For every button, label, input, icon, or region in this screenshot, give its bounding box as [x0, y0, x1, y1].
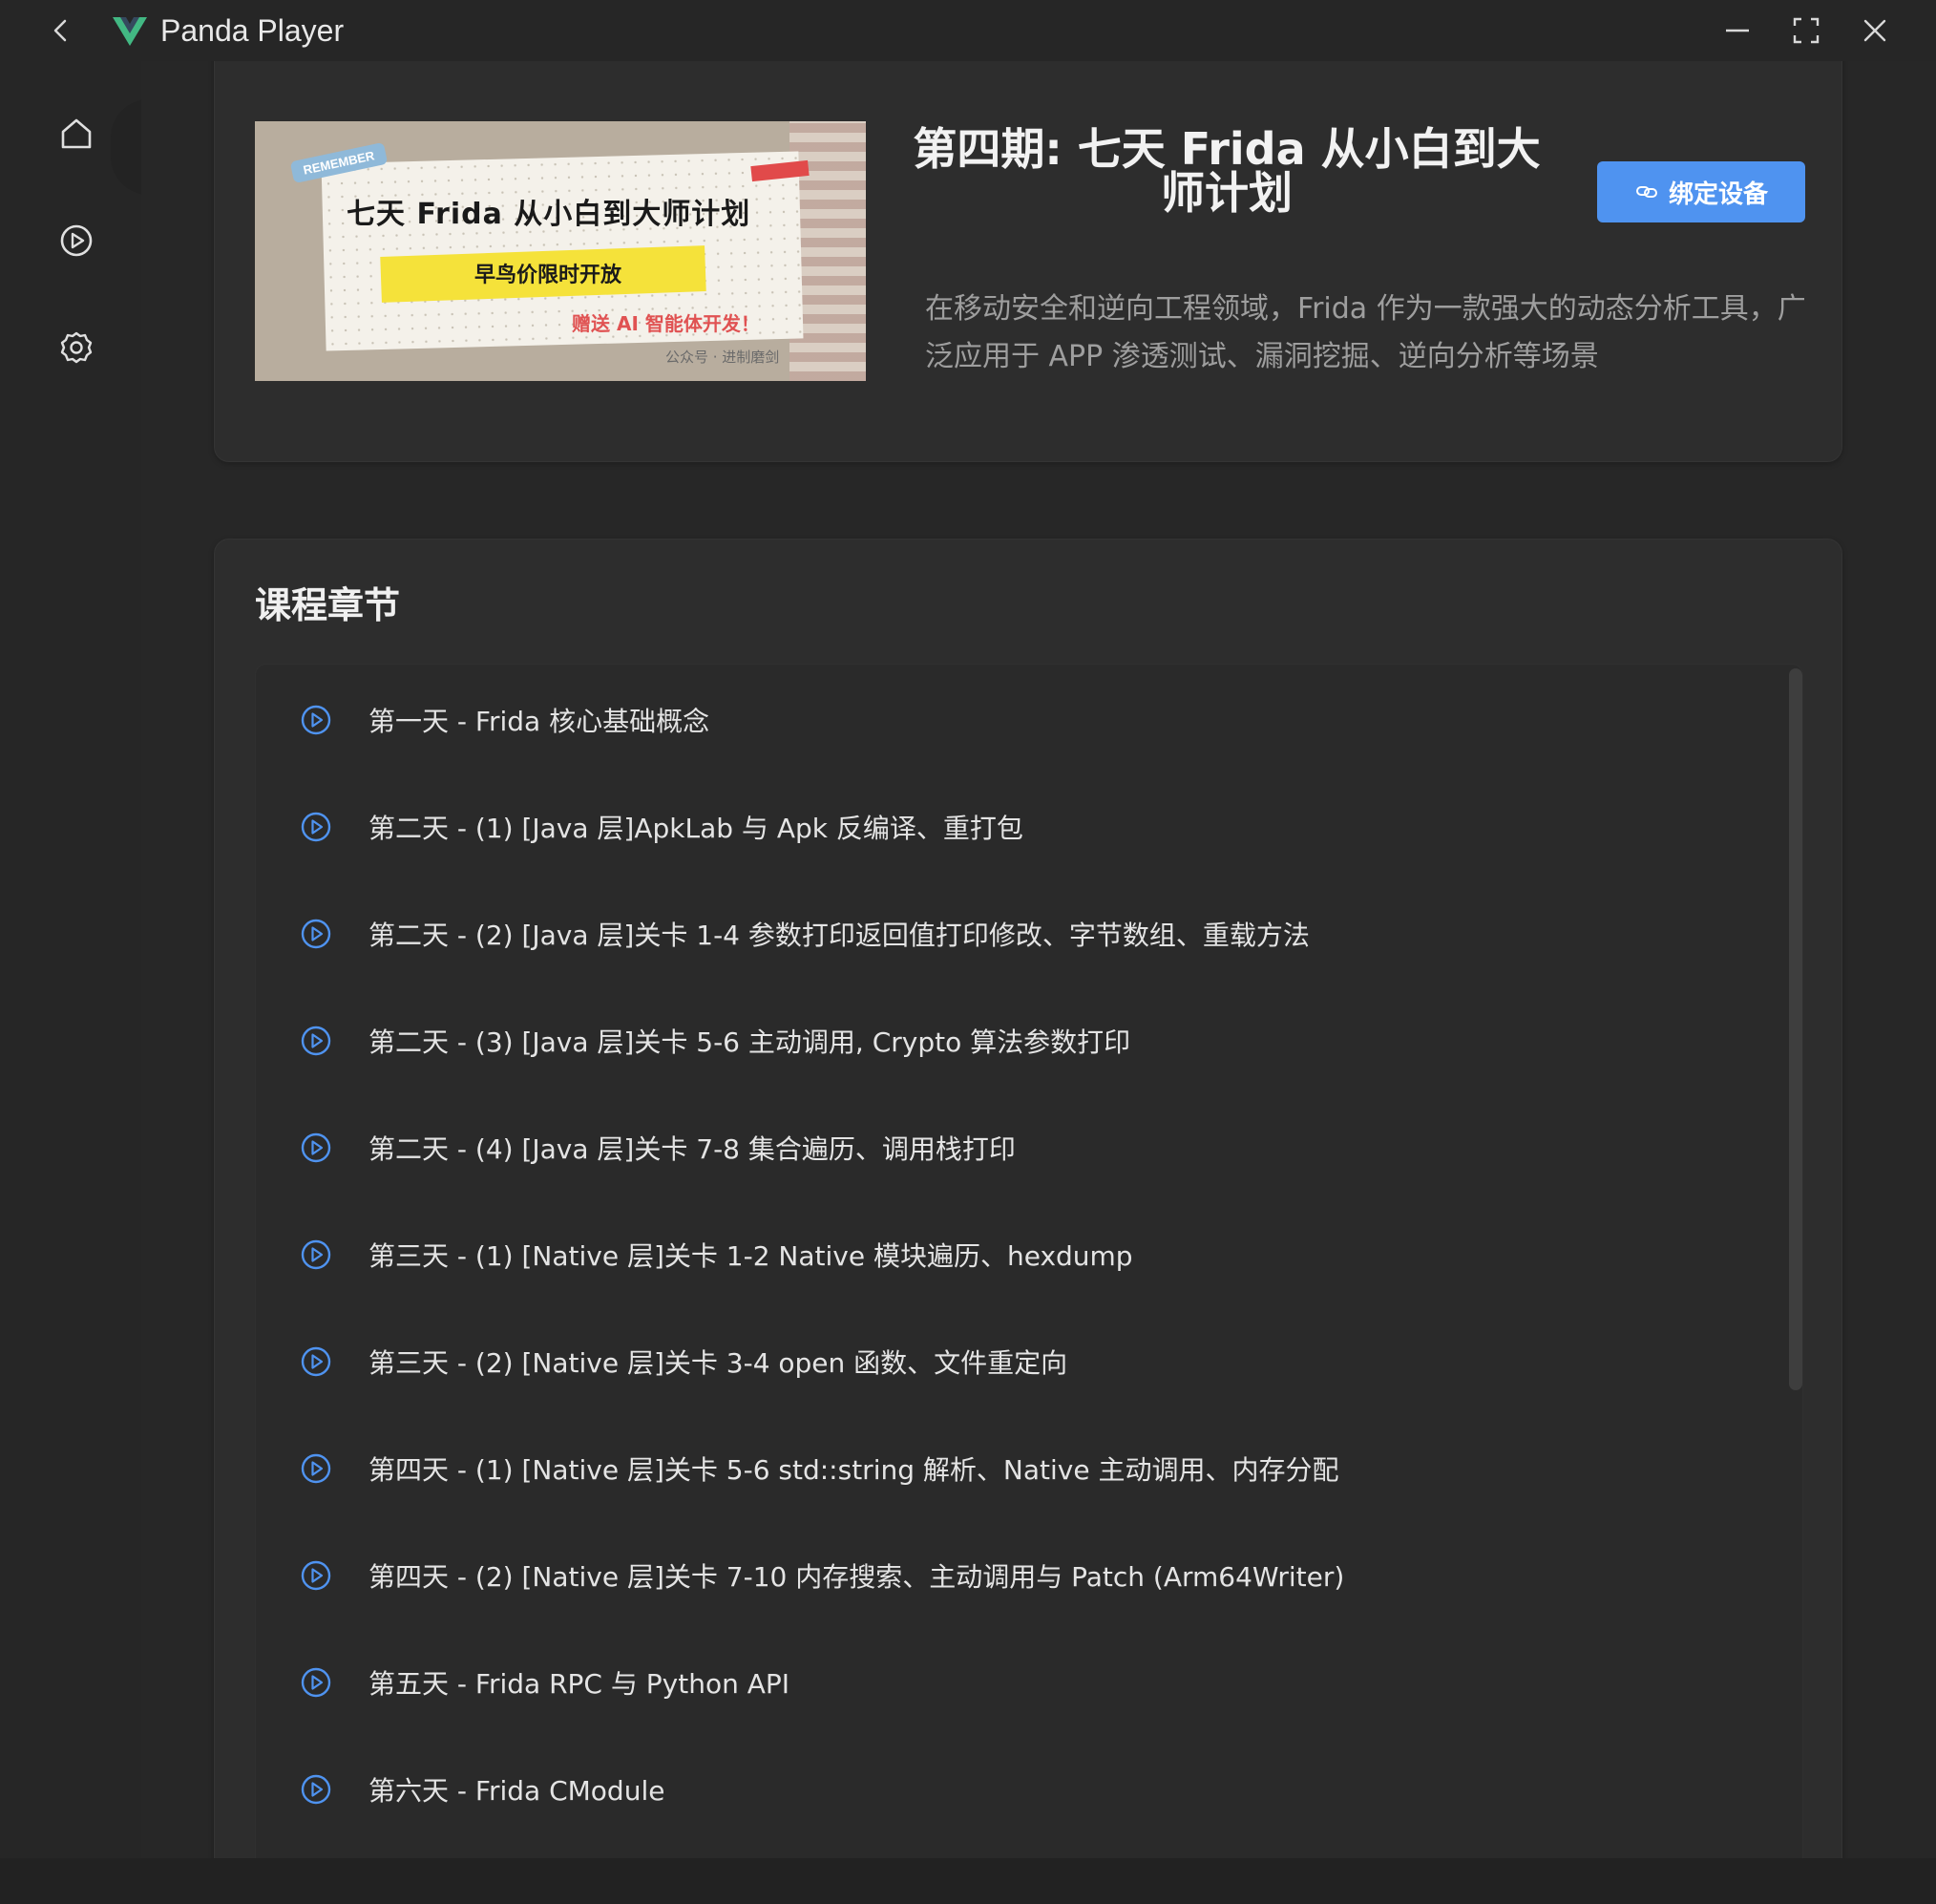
chapter-label: 第二天 - (1) [Java 层]ApkLab 与 Apk 反编译、重打包: [368, 813, 1023, 844]
chapter-item[interactable]: 第二天 - (2) [Java 层]关卡 1-4 参数打印返回值打印修改、字节数…: [256, 880, 1764, 987]
close-icon[interactable]: [1858, 13, 1892, 48]
chapter-label: 第四天 - (2) [Native 层]关卡 7-10 内存搜索、主动调用与 P…: [368, 1561, 1345, 1593]
gear-icon[interactable]: [53, 325, 99, 370]
cover-title: 七天 Frida 从小白到大师计划: [347, 198, 751, 231]
chapter-label: 第一天 - Frida 核心基础概念: [368, 706, 710, 737]
play-circle-icon[interactable]: [300, 704, 332, 736]
fullscreen-icon[interactable]: [1789, 13, 1823, 48]
title-bar: Panda Player: [0, 0, 1936, 61]
chapter-label: 第三天 - (2) [Native 层]关卡 3-4 open 函数、文件重定向: [368, 1347, 1068, 1379]
chapter-item[interactable]: 第三天 - (1) [Native 层]关卡 1-2 Native 模块遍历、h…: [256, 1201, 1764, 1308]
course-info-card: REMEMBER 七天 Frida 从小白到大师计划 早鸟价限时开放 赠送 AI…: [214, 61, 1842, 462]
chapter-item[interactable]: 第五天 - Frida RPC 与 Python API: [256, 1629, 1764, 1736]
chapter-label: 第四天 - (1) [Native 层]关卡 5-6 std::string 解…: [368, 1454, 1339, 1486]
minimize-icon[interactable]: [1720, 13, 1755, 48]
cover-gift-text: 赠送 AI 智能体开发！: [572, 312, 760, 335]
chapter-item[interactable]: 第三天 - (2) [Native 层]关卡 3-4 open 函数、文件重定向: [256, 1308, 1764, 1415]
chapter-label: 第二天 - (2) [Java 层]关卡 1-4 参数打印返回值打印修改、字节数…: [368, 920, 1310, 951]
play-circle-icon[interactable]: [300, 1345, 332, 1378]
play-circle-icon[interactable]: [300, 1773, 332, 1806]
bind-device-label: 绑定设备: [1668, 180, 1768, 209]
link-icon: [1635, 186, 1657, 198]
chapter-item[interactable]: 第六天 - Frida CModule: [256, 1736, 1764, 1843]
chapter-item[interactable]: 第二天 - (1) [Java 层]ApkLab 与 Apk 反编译、重打包: [256, 773, 1764, 880]
chapter-label: 第二天 - (4) [Java 层]关卡 7-8 集合遍历、调用栈打印: [368, 1133, 1016, 1165]
chapter-list[interactable]: 第一天 - Frida 核心基础概念第二天 - (1) [Java 层]ApkL…: [255, 664, 1803, 1858]
play-circle-icon[interactable]: [53, 218, 99, 264]
play-circle-icon[interactable]: [300, 811, 332, 843]
home-icon[interactable]: [53, 111, 99, 157]
play-circle-icon[interactable]: [300, 1132, 332, 1164]
chevron-left-icon[interactable]: [44, 13, 78, 48]
chapter-card: 课程章节 第一天 - Frida 核心基础概念第二天 - (1) [Java 层…: [214, 539, 1842, 1858]
chapter-label: 第三天 - (1) [Native 层]关卡 1-2 Native 模块遍历、h…: [368, 1240, 1133, 1272]
play-circle-icon[interactable]: [300, 1025, 332, 1057]
app-title: Panda Player: [160, 13, 345, 48]
bottom-edge: [0, 1858, 1936, 1904]
chapter-item[interactable]: 第二天 - (3) [Java 层]关卡 5-6 主动调用, Crypto 算法…: [256, 987, 1764, 1094]
chapter-label: 第二天 - (3) [Java 层]关卡 5-6 主动调用, Crypto 算法…: [368, 1026, 1131, 1058]
chapter-label: 第五天 - Frida RPC 与 Python API: [368, 1668, 790, 1700]
play-circle-icon[interactable]: [300, 1559, 332, 1592]
chapter-item[interactable]: 第二天 - (4) [Java 层]关卡 7-8 集合遍历、调用栈打印: [256, 1094, 1764, 1201]
play-circle-icon[interactable]: [300, 1666, 332, 1699]
play-circle-icon[interactable]: [300, 1238, 332, 1271]
chapter-label: 第六天 - Frida CModule: [368, 1775, 665, 1807]
course-cover-image: REMEMBER 七天 Frida 从小白到大师计划 早鸟价限时开放 赠送 AI…: [255, 121, 866, 381]
bind-device-button[interactable]: 绑定设备: [1597, 161, 1805, 222]
chapter-heading: 课程章节: [255, 584, 401, 626]
app-logo-icon: [113, 17, 147, 46]
chapter-item[interactable]: 第四天 - (2) [Native 层]关卡 7-10 内存搜索、主动调用与 P…: [256, 1522, 1764, 1629]
cover-watermark: 公众号 · 进制磨剑: [665, 349, 780, 366]
chapter-item[interactable]: 第四天 - (1) [Native 层]关卡 5-6 std::string 解…: [256, 1415, 1764, 1522]
chapter-item[interactable]: 第一天 - Frida 核心基础概念: [256, 666, 1764, 773]
play-circle-icon[interactable]: [300, 918, 332, 950]
course-title: 第四期: 七天 Frida 从小白到大师计划: [913, 123, 1541, 219]
scrollbar[interactable]: [1789, 668, 1802, 1390]
sidebar: [0, 61, 149, 1904]
play-circle-icon[interactable]: [300, 1452, 332, 1485]
cover-subtitle: 早鸟价限时开放: [474, 264, 622, 287]
main-content[interactable]: REMEMBER 七天 Frida 从小白到大师计划 早鸟价限时开放 赠送 AI…: [141, 61, 1936, 1858]
course-description: 在移动安全和逆向工程领域，Frida 作为一款强大的动态分析工具，广泛应用于 A…: [925, 292, 1806, 373]
